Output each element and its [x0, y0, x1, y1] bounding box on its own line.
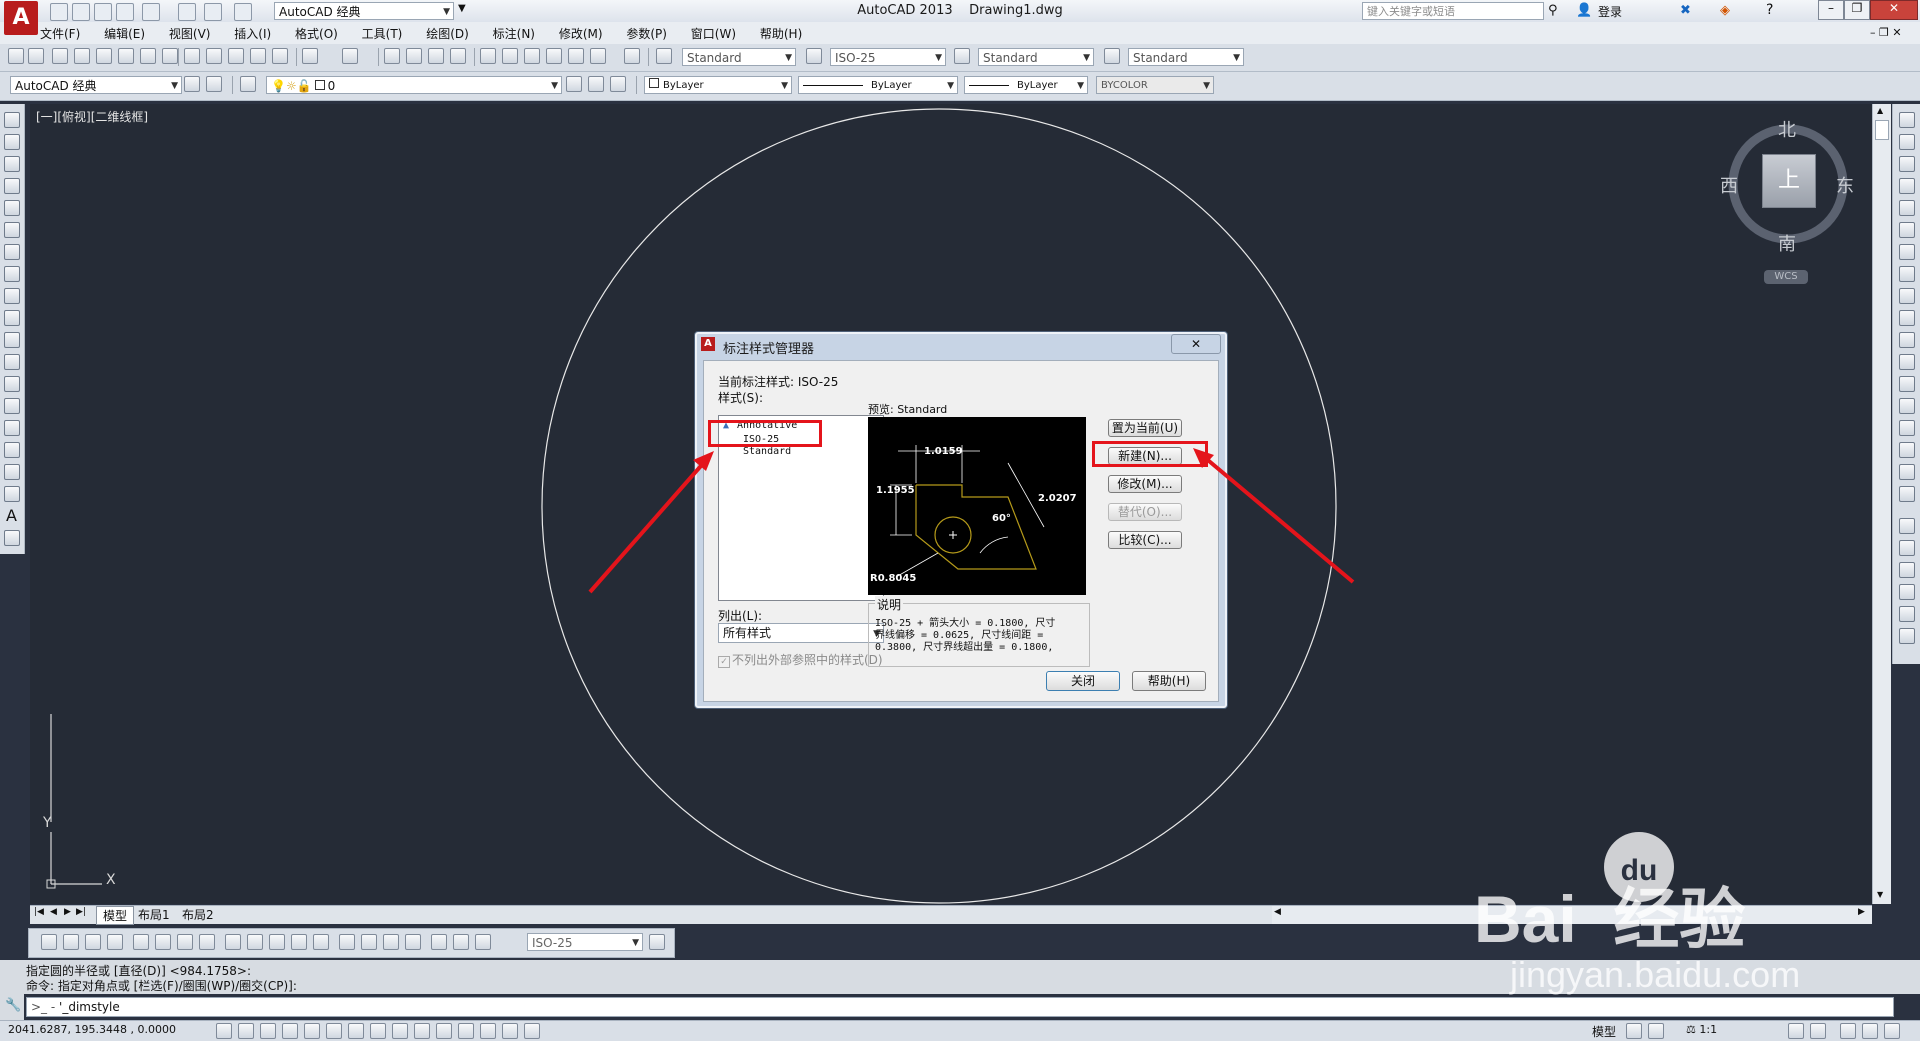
red-arrow-left-shaft [588, 457, 709, 594]
watermark-paw-logo: du [1604, 832, 1674, 902]
watermark-brand-text: Bai 经验 [1474, 882, 1746, 956]
watermark-du-text: du [1620, 854, 1658, 887]
autocad-app-icon[interactable]: A [4, 1, 38, 35]
watermark-url: jingyan.baidu.com [1510, 954, 1801, 995]
red-arrow-left-head [693, 451, 714, 471]
red-arrow-right-shaft [1201, 454, 1355, 584]
